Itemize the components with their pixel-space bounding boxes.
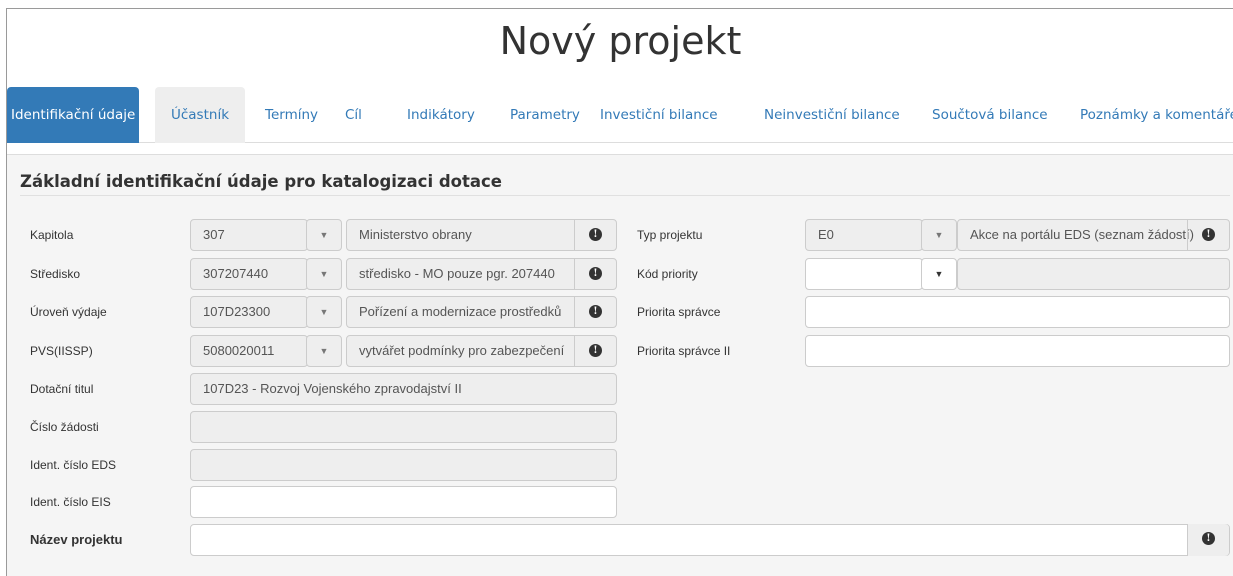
identification-panel: Základní identifikační údaje pro katalog… bbox=[7, 154, 1233, 576]
tab-bar: Identifikační údaje Účastník Termíny Cíl… bbox=[7, 87, 1233, 143]
stredisko-desc: středisko - MO pouze pgr. 207440 ! bbox=[346, 258, 617, 290]
label-stredisko: Středisko bbox=[30, 267, 81, 281]
info-icon: ! bbox=[589, 305, 602, 319]
label-uroven-vydaje: Úroveň výdaje bbox=[30, 305, 107, 319]
ident-eds-field bbox=[190, 449, 617, 481]
typ-projektu-desc: Akce na portálu EDS (seznam žádostí) ! bbox=[957, 219, 1230, 251]
priorita-spravce-ii-input[interactable] bbox=[805, 335, 1230, 367]
kod-priority-desc bbox=[957, 258, 1230, 290]
caret-down-icon: ▼ bbox=[319, 269, 329, 279]
nazev-projektu-info[interactable]: ! bbox=[1187, 524, 1229, 556]
window-frame: Nový projekt Identifikační údaje Účastní… bbox=[6, 8, 1233, 576]
kapitola-select[interactable]: 307 bbox=[190, 219, 308, 251]
kapitola-info[interactable]: ! bbox=[574, 220, 616, 250]
caret-down-icon: ▼ bbox=[319, 230, 329, 240]
section-title: Základní identifikační údaje pro katalog… bbox=[20, 172, 502, 191]
tab-ucastnik[interactable]: Účastník bbox=[155, 87, 245, 143]
ident-eis-input[interactable] bbox=[190, 486, 617, 518]
cislo-zadosti-field bbox=[190, 411, 617, 443]
uroven-select[interactable]: 107D23300 bbox=[190, 296, 308, 328]
label-nazev-projektu: Název projektu bbox=[30, 532, 123, 547]
uroven-dropdown[interactable]: ▼ bbox=[306, 296, 342, 328]
label-priorita-spravce-ii: Priorita správce II bbox=[637, 344, 731, 358]
pvs-dropdown[interactable]: ▼ bbox=[306, 335, 342, 367]
section-divider bbox=[20, 195, 1230, 196]
stredisko-desc-text: středisko - MO pouze pgr. 207440 bbox=[359, 266, 555, 281]
tab-poznamky-a-komentare[interactable]: Poznámky a komentáře bbox=[1076, 87, 1233, 143]
label-ident-eds: Ident. číslo EDS bbox=[30, 458, 117, 472]
typ-projektu-select[interactable]: E0 bbox=[805, 219, 923, 251]
pvs-select[interactable]: 5080020011 bbox=[190, 335, 308, 367]
priorita-spravce-input[interactable] bbox=[805, 296, 1230, 328]
tab-cil[interactable]: Cíl bbox=[341, 87, 366, 143]
uroven-desc-text: Pořízení a modernizace prostředků bbox=[359, 304, 562, 319]
kapitola-desc-text: Ministerstvo obrany bbox=[359, 227, 472, 242]
pvs-desc-text: vytvářet podmínky pro zabezpečení bbox=[359, 343, 565, 358]
kod-priority-select[interactable] bbox=[805, 258, 923, 290]
tab-parametry[interactable]: Parametry bbox=[506, 87, 584, 143]
dotacni-titul-field: 107D23 - Rozvoj Vojenského zpravodajství… bbox=[190, 373, 617, 405]
label-typ-projektu: Typ projektu bbox=[637, 228, 703, 242]
caret-down-icon: ▼ bbox=[934, 269, 944, 279]
tab-investicni-bilance[interactable]: Investiční bilance bbox=[596, 87, 722, 143]
uroven-desc: Pořízení a modernizace prostředků ! bbox=[346, 296, 617, 328]
typ-projektu-dropdown[interactable]: ▼ bbox=[921, 219, 957, 251]
caret-down-icon: ▼ bbox=[319, 307, 329, 317]
info-icon: ! bbox=[589, 228, 602, 242]
info-icon: ! bbox=[589, 267, 602, 281]
page-title: Nový projekt bbox=[499, 19, 742, 63]
label-kod-priority: Kód priority bbox=[637, 267, 698, 281]
nazev-projektu-input[interactable]: ! bbox=[190, 524, 1230, 556]
stredisko-select[interactable]: 307207440 bbox=[190, 258, 308, 290]
label-pvs: PVS(IISSP) bbox=[30, 344, 93, 358]
tab-neinvesticni-bilance[interactable]: Neinvestiční bilance bbox=[760, 87, 904, 143]
caret-down-icon: ▼ bbox=[319, 346, 329, 356]
typ-projektu-desc-text: Akce na portálu EDS (seznam žádostí) bbox=[970, 227, 1194, 242]
tab-terminy[interactable]: Termíny bbox=[261, 87, 322, 143]
stredisko-dropdown[interactable]: ▼ bbox=[306, 258, 342, 290]
tab-indikatory[interactable]: Indikátory bbox=[403, 87, 479, 143]
pvs-info[interactable]: ! bbox=[574, 336, 616, 366]
label-dotacni-titul: Dotační titul bbox=[30, 382, 94, 396]
label-priorita-spravce: Priorita správce bbox=[637, 305, 721, 319]
tab-souctova-bilance[interactable]: Součtová bilance bbox=[928, 87, 1052, 143]
kapitola-dropdown[interactable]: ▼ bbox=[306, 219, 342, 251]
tab-identifikacni-udaje[interactable]: Identifikační údaje bbox=[7, 87, 140, 143]
info-icon: ! bbox=[589, 344, 602, 358]
kapitola-desc: Ministerstvo obrany ! bbox=[346, 219, 617, 251]
kod-priority-dropdown[interactable]: ▼ bbox=[921, 258, 957, 290]
typ-projektu-info[interactable]: ! bbox=[1187, 220, 1229, 250]
label-kapitola: Kapitola bbox=[30, 228, 74, 242]
label-cislo-zadosti: Číslo žádosti bbox=[30, 420, 99, 434]
info-icon: ! bbox=[1202, 532, 1215, 546]
uroven-info[interactable]: ! bbox=[574, 297, 616, 327]
stredisko-info[interactable]: ! bbox=[574, 259, 616, 289]
caret-down-icon: ▼ bbox=[934, 230, 944, 240]
pvs-desc: vytvářet podmínky pro zabezpečení ! bbox=[346, 335, 617, 367]
label-ident-eis: Ident. číslo EIS bbox=[30, 495, 111, 509]
info-icon: ! bbox=[1202, 228, 1215, 242]
